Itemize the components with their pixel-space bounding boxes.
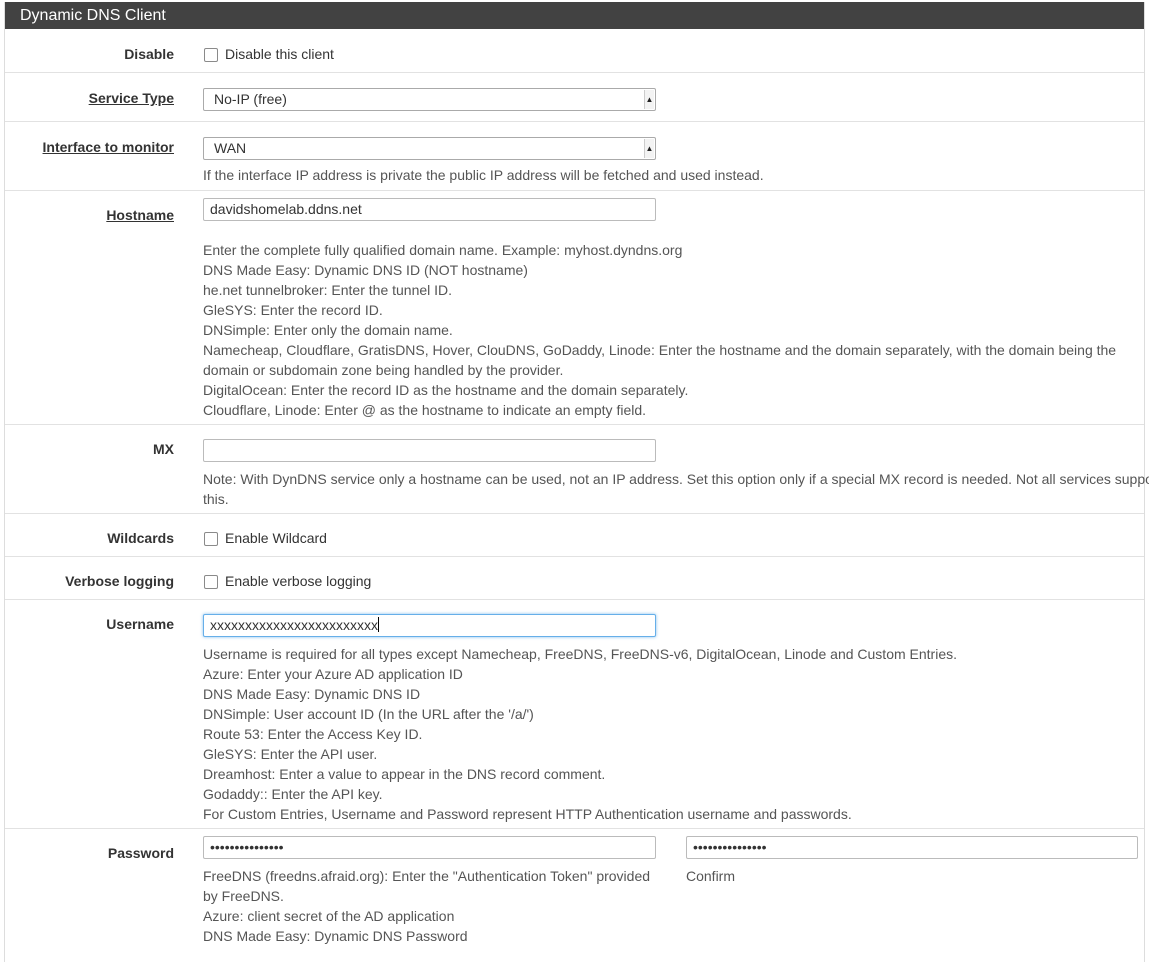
verbose-checkbox[interactable]: [204, 575, 218, 589]
help-line: DNSimple: Enter only the domain name.: [203, 322, 453, 338]
chevron-down-icon: ▲: [644, 139, 654, 158]
hostname-input[interactable]: davidshomelab.ddns.net: [203, 198, 656, 221]
help-line: DNS Made Easy: Dynamic DNS ID (NOT hostn…: [203, 262, 528, 278]
help-line: by FreeDNS.: [203, 888, 284, 904]
service-type-label: Service Type: [88, 90, 174, 106]
help-line: Note: With DynDNS service only a hostnam…: [203, 471, 1149, 487]
help-line: he.net tunnelbroker: Enter the tunnel ID…: [203, 282, 453, 298]
help-line: Route 53: Enter the Access Key ID.: [203, 726, 423, 742]
row-username: Username xxxxxxxxxxxxxxxxxxxxxxxx Userna…: [5, 600, 1144, 829]
help-line: Godaddy:: Enter the API key.: [203, 786, 383, 802]
confirm-label: Confirm: [686, 868, 736, 884]
wildcard-checkbox[interactable]: [204, 532, 218, 546]
username-help: Username is required for all types excep…: [203, 644, 957, 824]
disable-label: Disable: [124, 46, 174, 62]
help-line: GleSYS: Enter the record ID.: [203, 302, 383, 318]
row-password: Password ••••••••••••••• •••••••••••••••…: [5, 829, 1144, 944]
password-help: FreeDNS (freedns.afraid.org): Enter the …: [203, 866, 650, 946]
interface-value: WAN: [214, 140, 247, 156]
password-label: Password: [107, 845, 174, 861]
username-label: Username: [106, 616, 174, 632]
row-disable: Disable Disable this client: [5, 29, 1144, 73]
row-mx: MX Note: With DynDNS service only a host…: [5, 425, 1149, 514]
username-value: xxxxxxxxxxxxxxxxxxxxxxxx: [210, 617, 378, 633]
password-confirm-help: Confirm: [686, 866, 735, 886]
verbose-checkbox-label[interactable]: Enable verbose logging: [225, 573, 371, 589]
disable-checkbox[interactable]: [204, 48, 218, 62]
help-line: If the interface IP address is private t…: [203, 167, 764, 183]
help-line: Azure: Enter your Azure AD application I…: [203, 666, 463, 682]
panel-title: Dynamic DNS Client: [5, 2, 1144, 29]
row-interface: Interface to monitor WAN ▲ If the interf…: [5, 122, 1144, 191]
password-confirm-value: •••••••••••••••: [693, 839, 767, 855]
interface-label: Interface to monitor: [42, 139, 174, 155]
interface-select[interactable]: WAN ▲: [203, 137, 656, 160]
mx-help: Note: With DynDNS service only a hostnam…: [203, 469, 1149, 509]
help-line: Cloudflare, Linode: Enter @ as the hostn…: [203, 402, 647, 418]
hostname-label: Hostname: [106, 207, 174, 223]
mx-label: MX: [153, 441, 174, 457]
help-line: GleSYS: Enter the API user.: [203, 746, 378, 762]
chevron-down-icon: ▲: [644, 90, 654, 109]
mx-input[interactable]: [203, 439, 656, 462]
password-value: •••••••••••••••: [210, 839, 284, 855]
password-confirm-input[interactable]: •••••••••••••••: [686, 836, 1138, 859]
help-line: Azure: client secret of the AD applicati…: [203, 908, 455, 924]
service-type-select[interactable]: No-IP (free) ▲: [203, 88, 656, 111]
help-line: Namecheap, Cloudflare, GratisDNS, Hover,…: [203, 342, 1117, 358]
help-line: DigitalOcean: Enter the record ID as the…: [203, 382, 689, 398]
disable-checkbox-label[interactable]: Disable this client: [225, 46, 334, 62]
help-line: DNS Made Easy: Dynamic DNS Password: [203, 928, 468, 944]
hostname-help: Enter the complete fully qualified domai…: [203, 240, 1116, 420]
wildcards-label: Wildcards: [107, 530, 174, 546]
hostname-value: davidshomelab.ddns.net: [210, 201, 362, 217]
verbose-label: Verbose logging: [65, 573, 174, 589]
row-service-type: Service Type No-IP (free) ▲: [5, 73, 1144, 122]
username-input[interactable]: xxxxxxxxxxxxxxxxxxxxxxxx: [203, 614, 656, 637]
help-line: Username is required for all types excep…: [203, 646, 957, 662]
help-line: Dreamhost: Enter a value to appear in th…: [203, 766, 606, 782]
help-line: domain or subdomain zone being handled b…: [203, 362, 564, 378]
help-line: FreeDNS (freedns.afraid.org): Enter the …: [203, 868, 651, 884]
help-line: DNSimple: User account ID (In the URL af…: [203, 706, 534, 722]
text-cursor: [378, 617, 379, 632]
row-hostname: Hostname davidshomelab.ddns.net Enter th…: [5, 191, 1144, 425]
service-type-value: No-IP (free): [214, 91, 287, 107]
wildcard-checkbox-label[interactable]: Enable Wildcard: [225, 530, 327, 546]
help-line: this.: [203, 491, 229, 507]
help-line: For Custom Entries, Username and Passwor…: [203, 806, 852, 822]
help-line: Enter the complete fully qualified domai…: [203, 242, 683, 258]
row-verbose: Verbose logging Enable verbose logging: [5, 557, 1144, 600]
dynamic-dns-panel: Dynamic DNS Client Disable Disable this …: [4, 2, 1149, 962]
help-line: DNS Made Easy: Dynamic DNS ID: [203, 686, 421, 702]
password-input[interactable]: •••••••••••••••: [203, 836, 656, 859]
interface-help: If the interface IP address is private t…: [203, 165, 764, 185]
row-wildcards: Wildcards Enable Wildcard: [5, 514, 1144, 557]
